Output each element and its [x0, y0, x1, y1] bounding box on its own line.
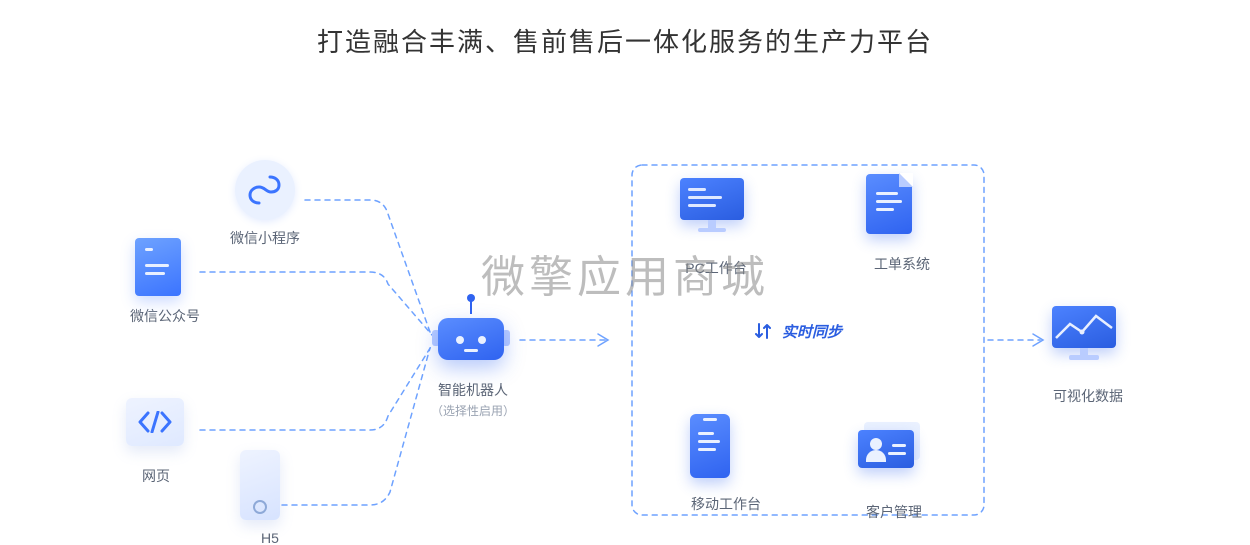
node-wechat-oa: 微信公众号 [130, 238, 200, 326]
robot-icon [428, 300, 514, 360]
node-miniprogram: 微信小程序 [230, 160, 300, 248]
mobile-icon [690, 414, 730, 478]
label-customer: 客户管理 [858, 502, 930, 522]
node-robot: 智能机器人 （选择性启用） [428, 300, 518, 419]
chart-icon [1052, 306, 1116, 360]
sync-indicator: 实时同步 [752, 320, 842, 342]
label-miniprogram: 微信小程序 [230, 228, 300, 248]
ticket-icon [866, 174, 912, 234]
label-ticket: 工单系统 [866, 254, 938, 274]
page-title: 打造融合丰满、售前售后一体化服务的生产力平台 [0, 22, 1250, 59]
node-chart: 可视化数据 [1052, 306, 1124, 406]
label-robot: 智能机器人 [428, 380, 518, 400]
wechat-oa-icon [135, 238, 181, 296]
node-h5: H5 [240, 450, 300, 545]
label-pc: PC工作台 [680, 258, 752, 278]
pc-icon [680, 178, 744, 232]
web-icon [126, 398, 184, 446]
node-pc: PC工作台 [680, 178, 752, 278]
node-customer: 客户管理 [858, 422, 930, 522]
node-ticket: 工单系统 [866, 174, 938, 274]
label-mobile: 移动工作台 [690, 494, 762, 514]
label-wechat-oa: 微信公众号 [130, 306, 200, 326]
sublabel-robot: （选择性启用） [428, 402, 518, 419]
label-h5: H5 [240, 530, 300, 545]
label-web: 网页 [126, 466, 186, 486]
label-chart: 可视化数据 [1052, 386, 1124, 406]
h5-icon [240, 450, 280, 520]
node-web: 网页 [126, 398, 186, 486]
sync-icon [752, 320, 774, 342]
node-mobile: 移动工作台 [690, 414, 762, 514]
miniprogram-icon [235, 160, 295, 220]
diagram-stage: 打造融合丰满、售前售后一体化服务的生产力平台 微信小程序 微信公众号 [0, 0, 1250, 545]
sync-label: 实时同步 [782, 321, 842, 342]
customer-icon [858, 422, 920, 468]
